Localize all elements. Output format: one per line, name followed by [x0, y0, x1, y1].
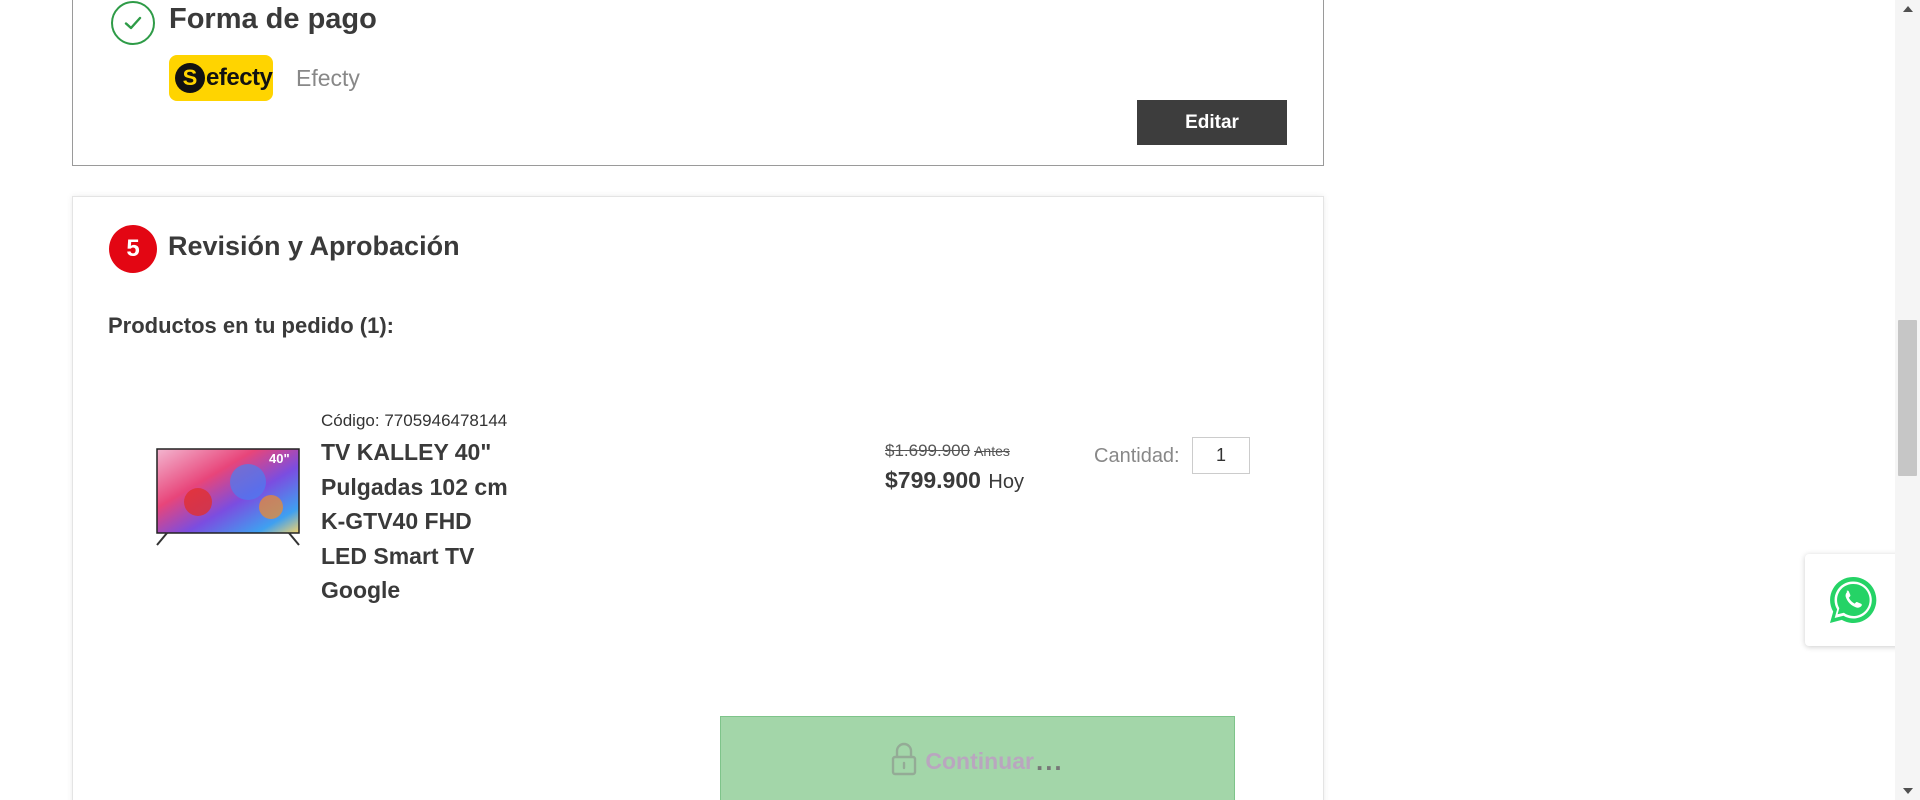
old-price-suffix: Antes [974, 443, 1010, 459]
quantity-input[interactable] [1192, 437, 1250, 474]
product-code: Código: 7705946478144 [321, 411, 507, 431]
scroll-down-arrow-icon[interactable] [1895, 782, 1920, 800]
quantity-label: Cantidad: [1094, 445, 1180, 467]
loading-dots: ... [1035, 745, 1064, 776]
edit-payment-button[interactable]: Editar [1137, 100, 1287, 145]
review-section-title: Revisión y Aprobación [168, 231, 460, 261]
step-number-badge: 5 [109, 225, 157, 273]
lock-icon [891, 742, 917, 781]
scrollbar-thumb[interactable] [1898, 320, 1917, 476]
continue-button[interactable]: Continuar ... [720, 716, 1235, 800]
payment-section-title: Forma de pago [169, 3, 377, 35]
product-code-label: Código: [321, 411, 380, 430]
scroll-up-arrow-icon[interactable] [1895, 0, 1920, 18]
product-image-size-badge: 40" [269, 451, 290, 466]
check-circle-icon [111, 1, 155, 45]
continue-button-label: Continuar [925, 747, 1034, 774]
current-price-value: $799.900 [885, 467, 981, 493]
products-heading: Productos en tu pedido (1): [108, 313, 394, 338]
payment-method-section: Forma de pago S efecty Efecty Editar [72, 0, 1324, 166]
efecty-logo: S efecty [169, 55, 273, 101]
current-price: $799.900 Hoy [885, 467, 1024, 494]
review-approval-section: 5 Revisión y Aprobación Productos en tu … [72, 196, 1324, 800]
whatsapp-icon [1829, 576, 1876, 623]
product-code-value: 7705946478144 [384, 411, 508, 430]
whatsapp-chat-button[interactable] [1805, 554, 1900, 646]
old-price-value: $1.699.900 [885, 441, 971, 460]
product-name[interactable]: TV KALLEY 40" Pulgadas 102 cm K-GTV40 FH… [321, 435, 521, 608]
product-image[interactable]: 40" [153, 447, 303, 547]
payment-method-name: Efecty [296, 65, 360, 91]
current-price-suffix: Hoy [988, 471, 1024, 493]
old-price: $1.699.900 Antes [885, 441, 1010, 461]
efecty-logo-initial: S [175, 63, 205, 93]
page-scrollbar[interactable] [1895, 0, 1920, 800]
efecty-logo-text: efecty [206, 64, 273, 91]
